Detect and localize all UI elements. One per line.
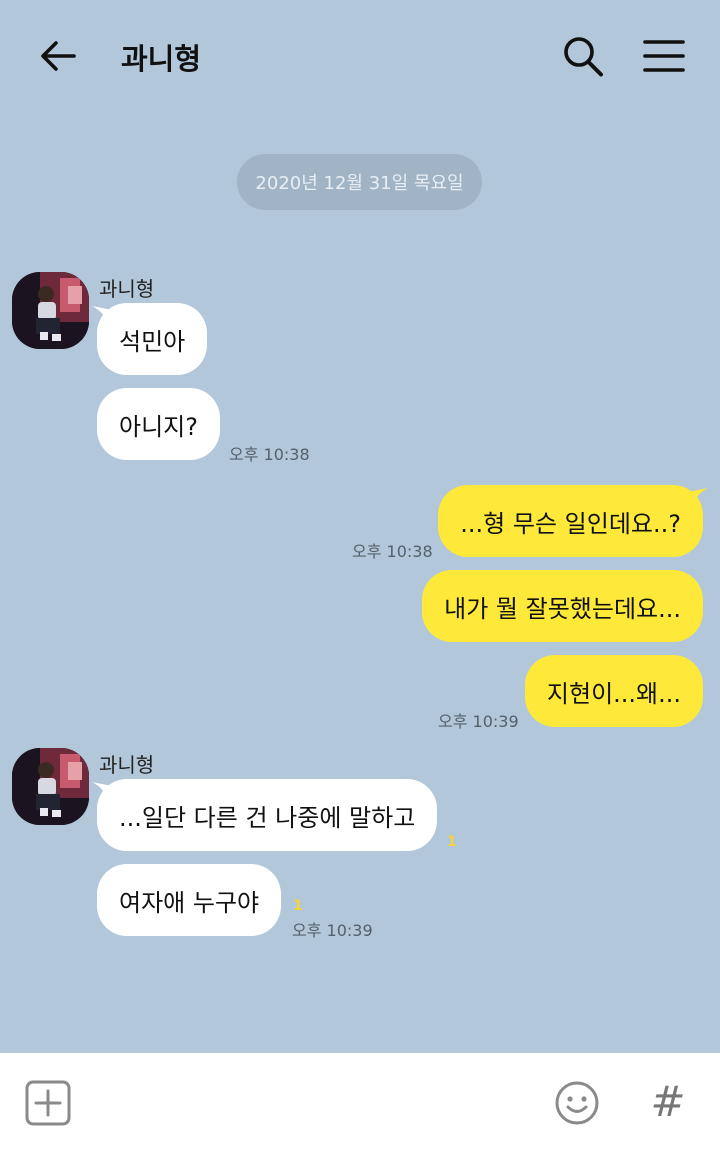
chat-title: 과니형 xyxy=(121,42,202,76)
sender-name: 과니형 xyxy=(99,277,155,301)
date-divider: 2020년 12월 31일 목요일 xyxy=(237,154,482,210)
chat-header: 과니형 xyxy=(0,0,720,110)
message-text: 아니지? xyxy=(119,412,198,441)
message-bubble-incoming[interactable]: 석민아 xyxy=(97,303,208,375)
unread-count: 1 xyxy=(293,898,303,914)
message-text: ...일단 다른 건 나중에 말하고 xyxy=(119,803,416,832)
avatar[interactable] xyxy=(12,748,89,825)
emoji-icon[interactable] xyxy=(553,1079,601,1127)
message-timestamp: 오후 10:39 xyxy=(292,921,373,940)
message-bubble-outgoing[interactable]: 내가 뭘 잘못했는데요... xyxy=(422,570,703,642)
sender-name: 과니형 xyxy=(99,753,155,777)
avatar[interactable] xyxy=(12,272,89,349)
message-timestamp: 오후 10:38 xyxy=(352,542,433,561)
message-bubble-incoming[interactable]: 아니지? xyxy=(97,388,220,460)
message-text: 석민아 xyxy=(119,327,186,356)
back-arrow-icon[interactable] xyxy=(36,34,80,78)
message-text: 내가 뭘 잘못했는데요... xyxy=(444,594,681,623)
message-bubble-incoming[interactable]: 여자애 누구야 xyxy=(97,864,282,936)
bubble-tail xyxy=(688,488,708,506)
message-bubble-outgoing[interactable]: ...형 무슨 일인데요..? xyxy=(438,485,703,557)
message-text: 지현이...왜... xyxy=(546,679,681,708)
hashtag-search-button[interactable]: # xyxy=(646,1077,690,1127)
message-bubble-outgoing[interactable]: 지현이...왜... xyxy=(524,655,703,727)
message-text: 여자애 누구야 xyxy=(119,888,260,917)
message-text: ...형 무슨 일인데요..? xyxy=(460,509,681,538)
message-timestamp: 오후 10:38 xyxy=(229,445,310,464)
message-timestamp: 오후 10:39 xyxy=(438,712,519,731)
unread-count: 1 xyxy=(447,834,457,850)
search-icon[interactable] xyxy=(560,34,606,80)
message-input-bar[interactable]: # xyxy=(0,1053,720,1150)
message-bubble-incoming[interactable]: ...일단 다른 건 나중에 말하고 xyxy=(97,779,438,851)
hamburger-menu-icon[interactable] xyxy=(642,36,686,76)
add-attachment-icon[interactable] xyxy=(25,1080,71,1126)
